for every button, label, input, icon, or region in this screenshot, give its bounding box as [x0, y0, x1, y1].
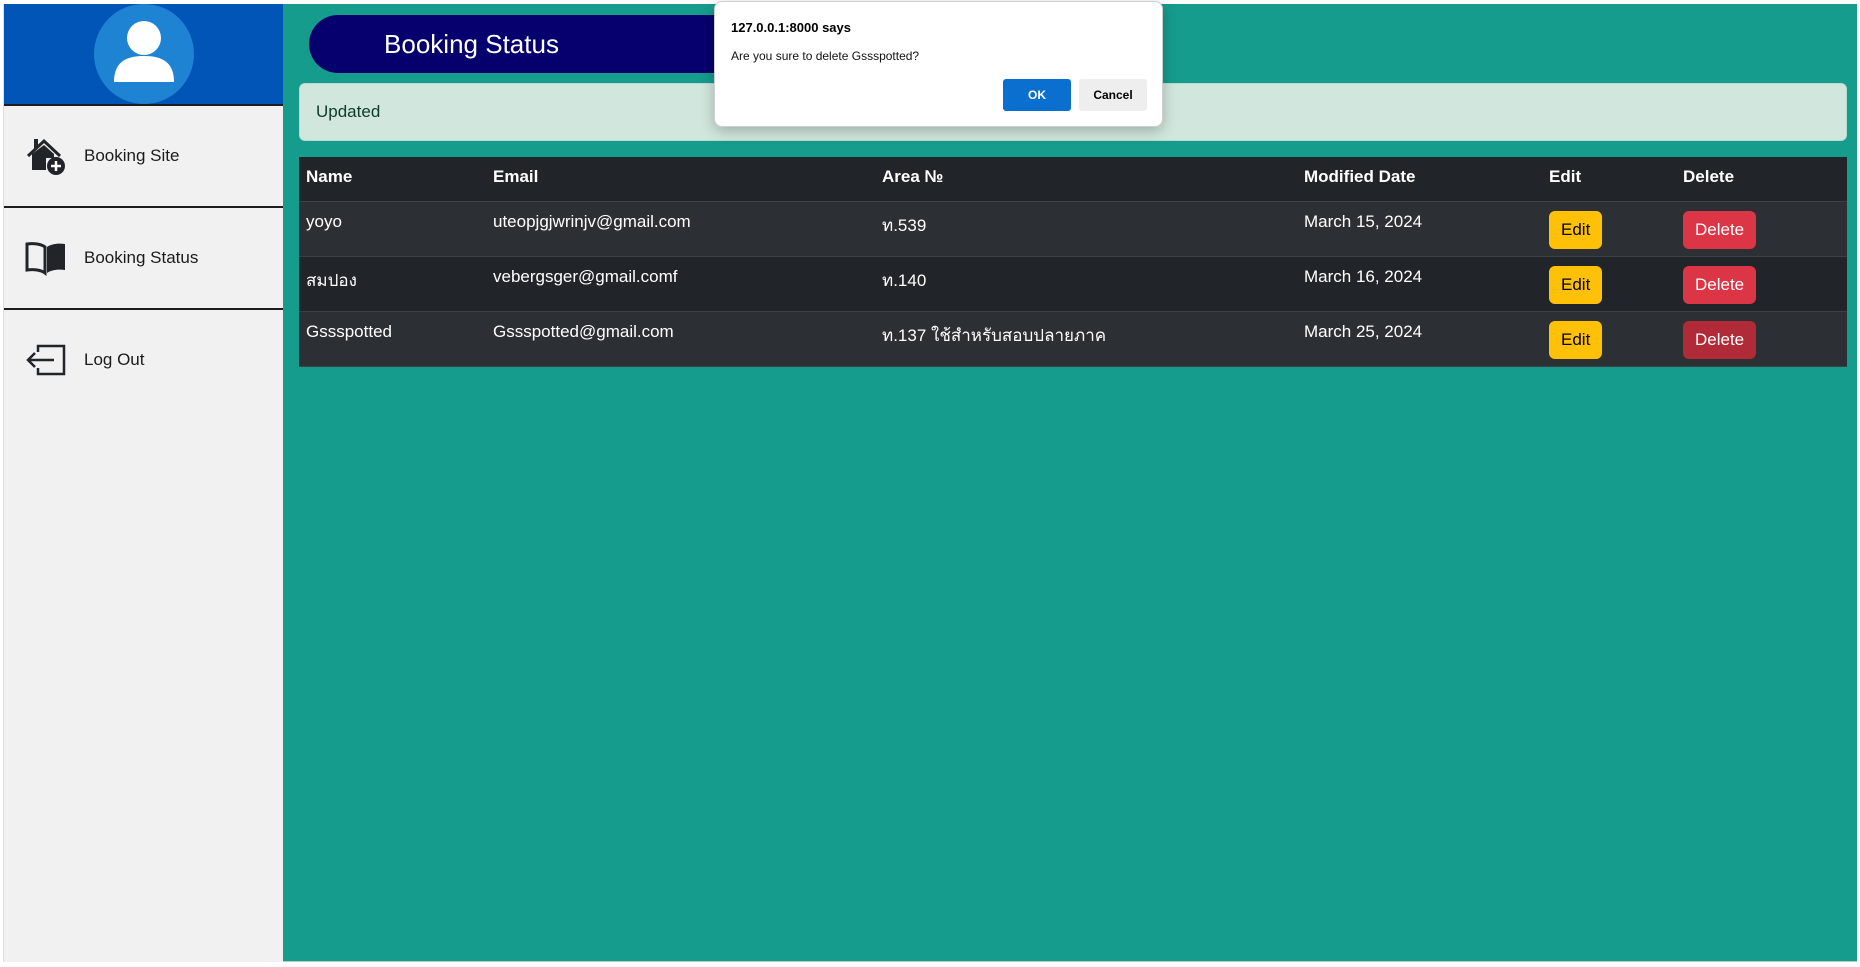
page-title: Booking Status	[384, 28, 559, 59]
column-header-email: Email	[486, 157, 875, 202]
sidebar-item-label: Booking Site	[84, 146, 180, 165]
cell-area: ท.140	[875, 256, 1297, 312]
sidebar: Booking Site Booking Status Log Out	[3, 4, 283, 962]
cell-email: Gssspotted@gmail.com	[486, 311, 875, 367]
booking-table: Name Email Area № Modified Date Edit Del…	[299, 157, 1847, 367]
sidebar-item-booking-status[interactable]: Booking Status	[4, 208, 283, 308]
dialog-title: 127.0.0.1:8000 says	[731, 20, 851, 35]
table-row: yoyo uteopjgjwrinjv@gmail.com ท.539 Marc…	[299, 201, 1847, 257]
cell-email: uteopjgjwrinjv@gmail.com	[486, 201, 875, 257]
avatar	[93, 4, 194, 104]
edit-button[interactable]: Edit	[1549, 320, 1603, 359]
cell-email: vebergsger@gmail.comf	[486, 256, 875, 312]
column-header-edit: Edit	[1542, 157, 1676, 202]
table-row: Gssspotted Gssspotted@gmail.com ท.137 ใช…	[299, 311, 1847, 367]
house-add-icon	[24, 134, 68, 178]
delete-button[interactable]: Delete	[1683, 265, 1757, 304]
cell-name: yoyo	[299, 201, 486, 257]
cell-edit: Edit	[1542, 311, 1676, 367]
edit-button[interactable]: Edit	[1549, 210, 1603, 249]
column-header-modified-date: Modified Date	[1297, 157, 1542, 202]
cell-delete: Delete	[1676, 256, 1847, 312]
logout-icon	[24, 338, 68, 382]
alert-text: Updated	[316, 102, 381, 121]
book-icon	[24, 236, 68, 280]
app-frame: Booking Site Booking Status Log Out Book…	[3, 4, 1857, 962]
cell-edit: Edit	[1542, 256, 1676, 312]
column-header-delete: Delete	[1676, 157, 1847, 202]
sidebar-item-log-out[interactable]: Log Out	[4, 310, 283, 410]
cell-area: ท.539	[875, 201, 1297, 257]
edit-button[interactable]: Edit	[1549, 265, 1603, 304]
cell-delete: Delete	[1676, 201, 1847, 257]
dialog-message: Are you sure to delete Gssspotted?	[731, 49, 920, 63]
cell-delete: Delete	[1676, 311, 1847, 367]
table-header-row: Name Email Area № Modified Date Edit Del…	[299, 157, 1847, 202]
sidebar-item-booking-site[interactable]: Booking Site	[4, 106, 283, 206]
table-row: สมปอง vebergsger@gmail.comf ท.140 March …	[299, 256, 1847, 312]
cell-edit: Edit	[1542, 201, 1676, 257]
sidebar-item-label: Booking Status	[84, 248, 199, 267]
cell-date: March 15, 2024	[1297, 201, 1542, 257]
column-header-name: Name	[299, 157, 486, 202]
delete-button[interactable]: Delete	[1683, 210, 1757, 249]
sidebar-header	[4, 4, 283, 104]
cell-area: ท.137 ใช้สำหรับสอบปลายภาค	[875, 311, 1297, 367]
sidebar-item-label: Log Out	[84, 350, 145, 369]
delete-button[interactable]: Delete	[1683, 320, 1757, 359]
column-header-area: Area №	[875, 157, 1297, 202]
cell-name: Gssspotted	[299, 311, 486, 367]
cancel-button[interactable]: Cancel	[1079, 79, 1147, 111]
user-icon	[113, 21, 174, 82]
cell-name: สมปอง	[299, 256, 486, 312]
cell-date: March 25, 2024	[1297, 311, 1542, 367]
ok-button[interactable]: OK	[1003, 79, 1071, 111]
cell-date: March 16, 2024	[1297, 256, 1542, 312]
confirm-dialog: 127.0.0.1:8000 says Are you sure to dele…	[714, 1, 1163, 127]
